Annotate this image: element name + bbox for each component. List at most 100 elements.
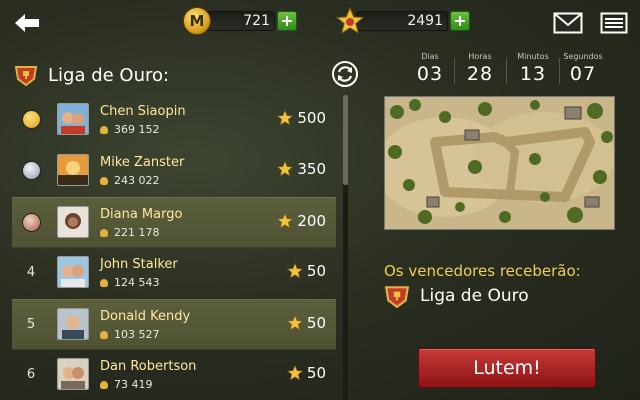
player-score: 50 (286, 314, 326, 332)
refresh-button[interactable] (331, 60, 359, 88)
timer-days: Dias 03 (412, 52, 448, 88)
coin-icon: M (183, 7, 211, 35)
rank-cell: 3 (12, 198, 50, 247)
days-label: Dias (421, 52, 439, 61)
hours-label: Horas (468, 52, 492, 61)
leaderboard-row[interactable]: 5 Donald Kendy 103 527 50 (12, 299, 336, 350)
skull-icon (100, 380, 108, 389)
player-score: 50 (286, 262, 326, 280)
timer-seconds: Segundos 07 (561, 52, 605, 88)
add-stars-button[interactable]: + (450, 11, 470, 31)
league-header: Liga de Ouro: (14, 62, 169, 88)
scrollbar-thumb[interactable] (343, 95, 348, 185)
menu-button[interactable] (600, 12, 628, 34)
avatar (57, 358, 89, 390)
trophy-count: 124 543 (114, 276, 160, 289)
currency-counter: M 721 + (183, 7, 297, 35)
score-value: 500 (297, 109, 326, 127)
stars-counter: 2491 + (336, 7, 470, 35)
star-icon (286, 263, 303, 279)
star-icon (336, 7, 364, 35)
league-badge-icon (14, 66, 38, 87)
star-icon (286, 315, 303, 331)
timer-minutes: Minutos 13 (511, 52, 555, 88)
player-score: 200 (277, 212, 326, 230)
avatar (57, 206, 89, 238)
refresh-icon (332, 61, 358, 87)
avatar (57, 256, 89, 288)
rank-cell: 5 (26, 317, 36, 332)
gold-medal-icon: 1 (21, 110, 41, 129)
prize-info: Liga de Ouro (384, 284, 529, 309)
timer-separator (559, 58, 560, 84)
skull-icon (100, 228, 108, 237)
days-value: 03 (416, 63, 444, 85)
leaderboard-row[interactable]: 4 John Stalker 124 543 50 (12, 248, 336, 297)
leaderboard-row[interactable]: 2 Mike Zanster 243 022 350 (12, 146, 336, 195)
league-badge-icon (384, 286, 410, 309)
leaderboard-row[interactable]: 3 Diana Margo 221 178 200 (12, 197, 336, 248)
back-button[interactable] (12, 10, 42, 36)
fight-button[interactable]: Lutem! (418, 348, 596, 388)
plus-icon: + (453, 11, 467, 30)
star-icon (286, 365, 303, 381)
timer-hours: Horas 28 (461, 52, 499, 88)
silver-medal-icon: 2 (21, 161, 41, 180)
score-value: 50 (306, 314, 326, 332)
seconds-label: Segundos (563, 52, 603, 61)
plus-icon: + (280, 11, 294, 30)
mail-icon (553, 12, 583, 34)
player-trophies: 103 527 (100, 328, 160, 341)
score-value: 350 (297, 160, 326, 178)
star-icon (277, 161, 294, 177)
player-trophies: 243 022 (100, 174, 160, 187)
player-trophies: 221 178 (100, 226, 160, 239)
winners-label: Os vencedores receberão: (384, 262, 581, 280)
player-name: Mike Zanster (100, 155, 185, 170)
avatar (57, 103, 89, 135)
add-currency-button[interactable]: + (277, 11, 297, 31)
map-image (385, 97, 614, 229)
menu-icon (600, 12, 628, 34)
league-title: Liga de Ouro: (48, 64, 170, 86)
player-trophies: 369 152 (100, 123, 160, 136)
leaderboard-list[interactable]: 1 Chen Siaopin 369 152 500 2 Mike Zanste… (12, 95, 336, 400)
player-name: Diana Margo (100, 207, 183, 222)
skull-icon (100, 278, 108, 287)
seconds-value: 07 (569, 63, 597, 85)
bronze-medal-icon: 3 (21, 213, 41, 232)
leaderboard-row[interactable]: 6 Dan Robertson 73 419 50 (12, 350, 336, 399)
skull-icon (100, 125, 108, 134)
score-value: 50 (306, 364, 326, 382)
rank-cell: 2 (12, 146, 50, 195)
minutes-value: 13 (519, 63, 547, 85)
avatar (57, 308, 89, 340)
arrow-left-icon (15, 14, 39, 32)
trophy-count: 103 527 (114, 328, 160, 341)
player-name: Chen Siaopin (100, 104, 186, 119)
currency-value: 721 (203, 11, 275, 31)
rank-cell: 6 (26, 367, 36, 382)
star-icon (277, 110, 294, 126)
top-bar: M 721 + 2491 + (0, 0, 640, 46)
trophy-count: 221 178 (114, 226, 160, 239)
player-score: 350 (277, 160, 326, 178)
rank-cell: 4 (26, 265, 36, 280)
rank-cell: 1 (12, 95, 50, 144)
player-trophies: 124 543 (100, 276, 160, 289)
timer-separator (454, 58, 455, 84)
player-score: 500 (277, 109, 326, 127)
player-name: John Stalker (100, 257, 178, 272)
player-name: Dan Robertson (100, 359, 197, 374)
minutes-label: Minutos (517, 52, 549, 61)
avatar (57, 154, 89, 186)
map-preview[interactable] (384, 96, 615, 230)
timer-separator (506, 58, 507, 84)
skull-icon (100, 330, 108, 339)
leaderboard-row[interactable]: 1 Chen Siaopin 369 152 500 (12, 95, 336, 144)
score-value: 200 (297, 212, 326, 230)
player-trophies: 73 419 (100, 378, 153, 391)
mail-button[interactable] (553, 12, 583, 34)
trophy-count: 243 022 (114, 174, 160, 187)
trophy-count: 73 419 (114, 378, 153, 391)
